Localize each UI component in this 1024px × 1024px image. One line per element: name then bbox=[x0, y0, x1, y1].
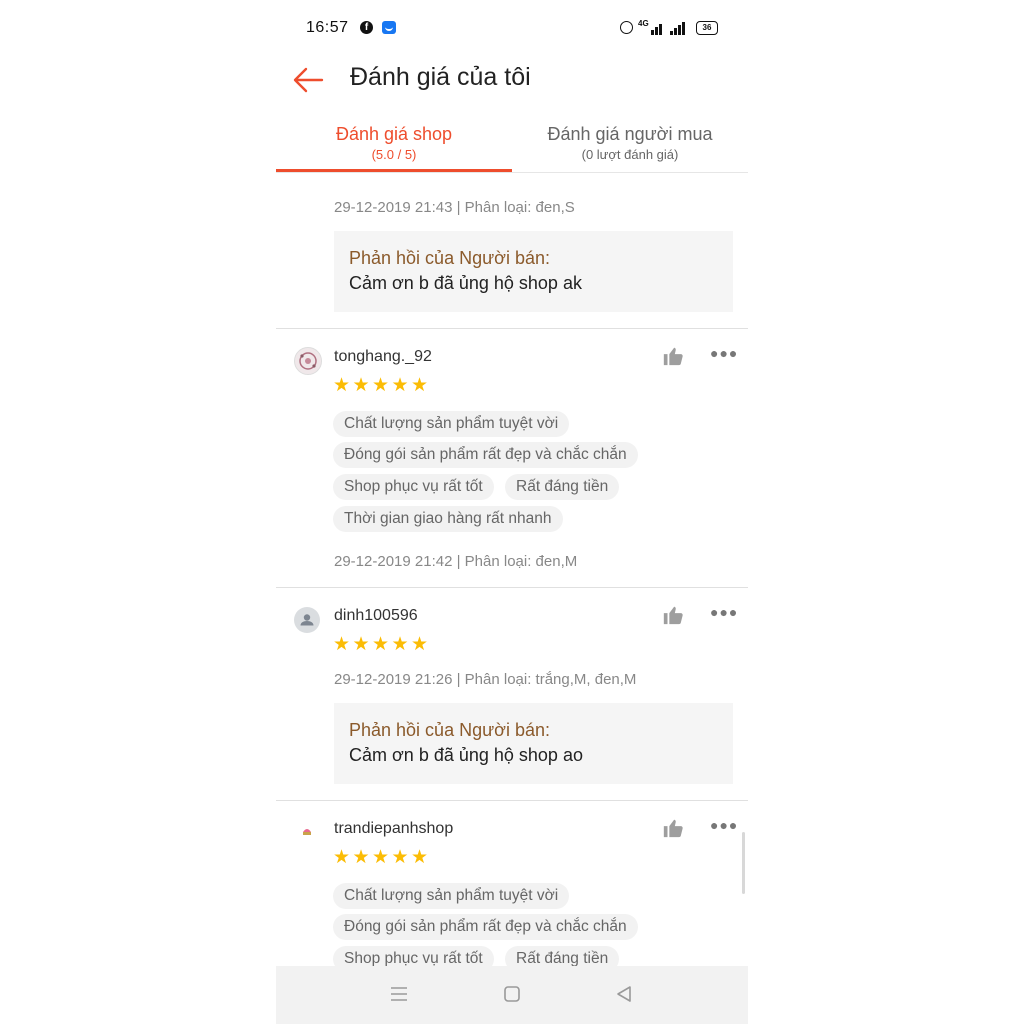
thumbs-up-icon[interactable] bbox=[662, 345, 684, 367]
star-icon: ★ bbox=[333, 375, 351, 396]
page-title: Đánh giá của tôi bbox=[350, 63, 531, 91]
divider bbox=[276, 587, 748, 588]
seller-reply-text: Cảm ơn b đã ủng hộ shop ao bbox=[349, 745, 583, 765]
tab-buyer-reviews[interactable]: Đánh giá người mua (0 lượt đánh giá) bbox=[512, 122, 748, 172]
review-meta: 29-12-2019 21:42 | Phân loại: đen,M bbox=[334, 553, 578, 570]
tab-rating: (5.0 / 5) bbox=[371, 147, 417, 162]
avatar[interactable] bbox=[294, 818, 320, 844]
review-meta: 29-12-2019 21:43 | Phân loại: đen,S bbox=[334, 199, 575, 216]
menu-icon[interactable] bbox=[390, 985, 408, 1003]
review-tag: Chất lượng sản phẩm tuyệt vời bbox=[333, 883, 570, 909]
star-icon: ★ bbox=[372, 375, 390, 396]
star-icon: ★ bbox=[391, 847, 409, 868]
reviewer-username: trandiepanhshop bbox=[334, 820, 454, 837]
alarm-icon bbox=[620, 21, 633, 34]
avatar[interactable] bbox=[294, 347, 322, 375]
thumbs-up-icon[interactable] bbox=[662, 604, 684, 626]
more-icon[interactable]: ●●● bbox=[710, 604, 738, 620]
rating-stars: ★ ★ ★ ★ ★ bbox=[333, 375, 431, 396]
more-icon[interactable]: ●●● bbox=[710, 817, 738, 833]
tab-label: Đánh giá shop bbox=[335, 124, 453, 144]
back-arrow-icon[interactable] bbox=[292, 64, 324, 96]
star-icon: ★ bbox=[333, 847, 351, 868]
seller-reply-title: Phản hồi của Người bán: bbox=[349, 720, 550, 740]
tab-label: Đánh giá người mua bbox=[547, 124, 713, 144]
status-bar: 16:57 f 4G 36 bbox=[276, 0, 748, 56]
reviewer-username: tonghang._92 bbox=[334, 348, 432, 365]
star-icon: ★ bbox=[352, 847, 370, 868]
messenger-icon bbox=[382, 21, 396, 34]
star-icon: ★ bbox=[372, 634, 390, 655]
divider bbox=[276, 172, 748, 173]
default-avatar-icon bbox=[300, 614, 314, 626]
review-tag: Rất đáng tiền bbox=[505, 474, 620, 500]
more-icon[interactable]: ●●● bbox=[710, 345, 738, 361]
star-icon: ★ bbox=[391, 375, 409, 396]
review-tag: Đóng gói sản phẩm rất đẹp và chắc chắn bbox=[333, 914, 638, 940]
review-tag: Thời gian giao hàng rất nhanh bbox=[333, 506, 563, 532]
home-icon[interactable] bbox=[503, 985, 521, 1003]
star-icon: ★ bbox=[411, 375, 429, 396]
network-label: 4G bbox=[638, 19, 649, 28]
scrollbar[interactable] bbox=[742, 832, 745, 894]
divider bbox=[276, 328, 748, 329]
seller-reply-text: Cảm ơn b đã ủng hộ shop ak bbox=[349, 273, 582, 293]
avatar-image bbox=[299, 352, 317, 370]
system-nav-bar bbox=[276, 966, 748, 1024]
review-tag: Chất lượng sản phẩm tuyệt vời bbox=[333, 411, 570, 437]
star-icon: ★ bbox=[352, 634, 370, 655]
phone-screen: 16:57 f 4G 36 Đánh giá của tôi Đánh giá … bbox=[276, 0, 748, 1024]
reviewer-username: dinh100596 bbox=[334, 607, 418, 624]
seller-reply-title: Phản hồi của Người bán: bbox=[349, 248, 550, 268]
thumbs-up-icon[interactable] bbox=[662, 817, 684, 839]
avatar[interactable] bbox=[294, 607, 320, 633]
rating-stars: ★ ★ ★ ★ ★ bbox=[333, 847, 431, 868]
seller-reply: Phản hồi của Người bán: Cảm ơn b đã ủng … bbox=[334, 231, 733, 312]
back-icon[interactable] bbox=[615, 985, 633, 1003]
star-icon: ★ bbox=[411, 847, 429, 868]
star-icon: ★ bbox=[333, 634, 351, 655]
shop-logo-image bbox=[303, 829, 311, 835]
tab-count: (0 lượt đánh giá) bbox=[581, 147, 679, 162]
star-icon: ★ bbox=[352, 375, 370, 396]
review-tag: Shop phục vụ rất tốt bbox=[333, 474, 494, 500]
facebook-icon: f bbox=[360, 21, 373, 34]
star-icon: ★ bbox=[411, 634, 429, 655]
status-time: 16:57 bbox=[306, 19, 349, 36]
review-tag: Đóng gói sản phẩm rất đẹp và chắc chắn bbox=[333, 442, 638, 468]
rating-stars: ★ ★ ★ ★ ★ bbox=[333, 634, 431, 655]
divider bbox=[276, 800, 748, 801]
star-icon: ★ bbox=[372, 847, 390, 868]
seller-reply: Phản hồi của Người bán: Cảm ơn b đã ủng … bbox=[334, 703, 733, 784]
star-icon: ★ bbox=[391, 634, 409, 655]
tab-shop-reviews[interactable]: Đánh giá shop (5.0 / 5) bbox=[276, 122, 512, 172]
review-meta: 29-12-2019 21:26 | Phân loại: trắng,M, đ… bbox=[334, 671, 637, 688]
battery-icon: 36 bbox=[696, 21, 718, 35]
